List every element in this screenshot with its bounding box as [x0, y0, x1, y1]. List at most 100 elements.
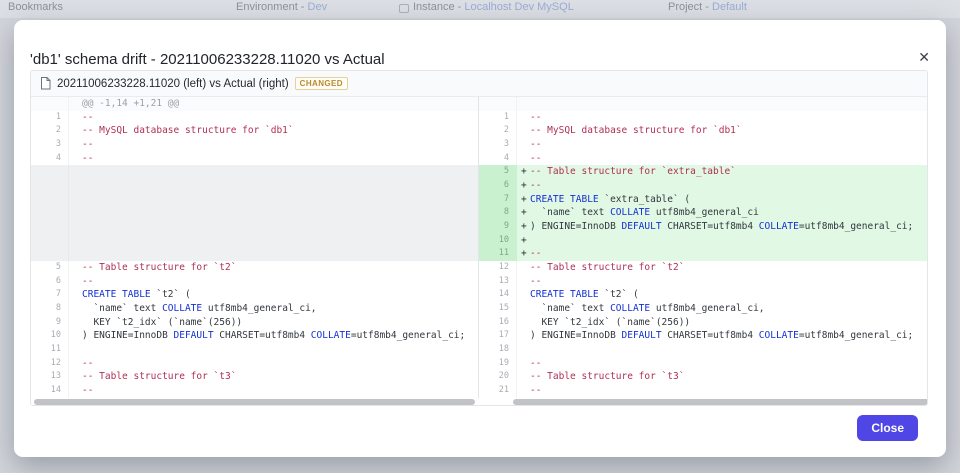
diff-line: 14 --: [31, 384, 478, 398]
code-text: --: [530, 152, 542, 164]
diff-line: [31, 206, 478, 221]
line-number: 3: [479, 138, 517, 152]
line-number: 6: [479, 179, 517, 193]
diff-line: 7 CREATE TABLE `t2` (: [31, 288, 478, 303]
code-text: -- MySQL database structure for `db1`: [530, 125, 742, 137]
diff-line: 21 --: [479, 384, 927, 398]
line-number: 6: [31, 274, 69, 289]
code-text: --: [82, 111, 94, 123]
diff-line: [31, 247, 478, 262]
line-number: [31, 192, 69, 207]
line-number: 14: [31, 384, 69, 398]
code-text: --: [82, 275, 94, 287]
diff-header: 20211006233228.11020 (left) vs Actual (r…: [31, 71, 927, 97]
line-number: 2: [479, 124, 517, 139]
right-pane-hscrollbar[interactable]: [513, 399, 927, 405]
line-number: 7: [31, 288, 69, 303]
code-text: --: [82, 152, 94, 164]
environment-link: Dev: [307, 1, 328, 13]
line-number: 3: [31, 138, 69, 152]
diff-line: [31, 192, 478, 207]
code-text: -- Table structure for `t3`: [82, 371, 237, 383]
diff-line: [31, 220, 478, 234]
code-text: -- Table structure for `t3`: [530, 371, 685, 383]
code-text: --: [530, 357, 542, 369]
line-number: 5: [31, 261, 69, 275]
diff-line: [479, 97, 927, 111]
close-icon[interactable]: ✕: [918, 50, 930, 64]
app-stage: Bookmarks Environment - Dev Instance - L…: [0, 0, 960, 473]
code-text: --: [82, 139, 94, 151]
diff-line: 5 -- Table structure for `t2`: [31, 261, 478, 275]
line-number: 14: [479, 288, 517, 303]
diff-panel: 20211006233228.11020 (left) vs Actual (r…: [30, 70, 928, 406]
line-number: 21: [479, 384, 517, 398]
code-text: CREATE TABLE `t2` (: [82, 289, 191, 301]
line-number: 15: [479, 302, 517, 316]
code-text: CREATE TABLE `t2` (: [530, 289, 639, 301]
code-text: + --: [521, 180, 542, 192]
code-text: +) ENGINE=InnoDB DEFAULT CHARSET=utf8mb4…: [521, 221, 914, 233]
changed-badge: CHANGED: [294, 77, 348, 90]
diff-line: 3 --: [31, 138, 478, 152]
environment-selector: Environment - Dev: [236, 1, 328, 13]
line-number: [31, 220, 69, 234]
project-link: Default: [712, 1, 747, 13]
diff-line: 9 KEY `t2_idx` (`name`(256)): [31, 315, 478, 330]
diff-pane-right: 1 -- 2 -- MySQL database structure for `db1…: [479, 97, 927, 398]
code-text: + `name` text COLLATE utf8mb4_general_ci: [521, 207, 759, 219]
diff-line: 9 +) ENGINE=InnoDB DEFAULT CHARSET=utf8mb…: [479, 220, 927, 234]
schema-drift-modal: 'db1' schema drift - 20211006233228.1102…: [14, 20, 946, 457]
code-text: ) ENGINE=InnoDB DEFAULT CHARSET=utf8mb4 …: [82, 330, 466, 342]
diff-line: 12 --: [31, 356, 478, 371]
diff-line: 15 `name` text COLLATE utf8mb4_general_c…: [479, 302, 927, 316]
diff-line: 13 -- Table structure for `t3`: [31, 370, 478, 385]
diff-line: 11 + --: [479, 247, 927, 262]
code-text: --: [82, 385, 94, 397]
instance-icon: [399, 4, 409, 13]
code-text: ) ENGINE=InnoDB DEFAULT CHARSET=utf8mb4 …: [530, 330, 914, 342]
diff-line: [31, 165, 478, 180]
bookmarks-label: Bookmarks: [8, 1, 64, 13]
diff-line: 3 --: [479, 138, 927, 152]
line-number: 17: [479, 329, 517, 344]
close-button[interactable]: Close: [857, 415, 918, 441]
diff-line: 18: [479, 343, 927, 357]
diff-line: 4 --: [479, 151, 927, 166]
line-number: 11: [31, 343, 69, 357]
line-number: [31, 206, 69, 221]
background-topbar: Bookmarks Environment - Dev Instance - L…: [0, 0, 960, 18]
diff-pane-left: @@ -1,14 +1,21 @@ 1 -- 2 -- MySQL database s…: [31, 97, 479, 398]
code-text: -- Table structure for `t2`: [82, 262, 237, 274]
line-number: 8: [479, 206, 517, 221]
code-text: KEY `t2_idx` (`name`(256)): [82, 316, 243, 328]
diff-line: 1 --: [31, 110, 478, 125]
line-number: 9: [479, 220, 517, 234]
line-number: 7: [479, 192, 517, 207]
diff-line: [31, 233, 478, 248]
code-text: --: [530, 111, 542, 123]
line-number: 19: [479, 356, 517, 371]
diff-line: 19 --: [479, 356, 927, 371]
code-text: --: [530, 275, 542, 287]
line-number: 1: [479, 110, 517, 125]
diff-line: 17 ) ENGINE=InnoDB DEFAULT CHARSET=utf8mb…: [479, 329, 927, 344]
code-text: --: [530, 139, 542, 151]
code-text: + --: [521, 248, 542, 260]
code-text: -- Table structure for `t2`: [530, 262, 685, 274]
line-number: [31, 165, 69, 180]
code-text: --: [530, 385, 542, 397]
left-pane-hscrollbar[interactable]: [34, 399, 475, 405]
line-number: 8: [31, 302, 69, 316]
diff-line: 8 `name` text COLLATE utf8mb4_general_ci…: [31, 302, 478, 316]
diff-line: @@ -1,14 +1,21 @@: [31, 97, 478, 111]
diff-line: 12 -- Table structure for `t2`: [479, 261, 927, 275]
diff-line: 1 --: [479, 110, 927, 125]
